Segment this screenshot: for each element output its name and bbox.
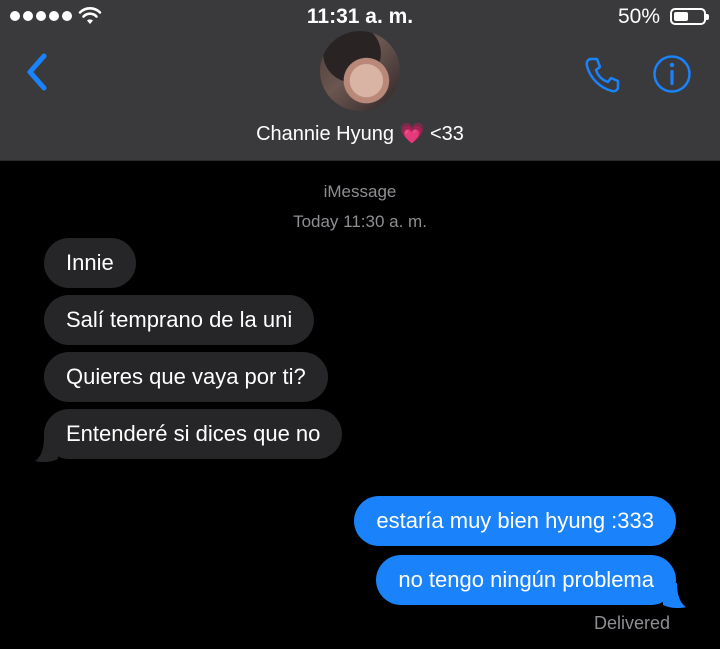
chevron-left-icon[interactable]	[22, 52, 52, 92]
status-time: 11:31 a. m.	[306, 5, 414, 28]
delivery-status: Delivered	[593, 613, 670, 633]
outgoing-message[interactable]: no tengo ningún problema	[376, 555, 676, 605]
contact-name-suffix: <33	[429, 123, 464, 145]
incoming-message[interactable]: Salí temprano de la uni	[44, 295, 315, 345]
conversation-header: 11:31 a. m. 50% Channie Hyung 💗 <33	[0, 0, 720, 161]
incoming-message[interactable]: Quieres que vaya por ti?	[44, 352, 328, 402]
status-bar: 11:31 a. m. 50%	[0, 0, 720, 34]
contact-name: Channie Hyung	[256, 123, 394, 145]
battery-icon	[670, 8, 709, 25]
battery-percent: 50%	[617, 5, 660, 28]
info-icon[interactable]	[652, 54, 692, 94]
incoming-message[interactable]: Entenderé si dices que no	[44, 409, 343, 459]
conversation-timestamp: Today 11:30 a. m.	[293, 212, 427, 231]
contact-avatar[interactable]	[320, 31, 400, 111]
outgoing-bubble-tail	[663, 583, 686, 609]
contact-name-row[interactable]: Channie Hyung 💗 <33	[0, 121, 720, 146]
outgoing-message[interactable]: estaría muy bien hyung :333	[354, 496, 676, 546]
incoming-bubble-tail	[35, 437, 58, 463]
incoming-message[interactable]: Innie	[44, 238, 136, 288]
phone-icon[interactable]	[582, 55, 622, 95]
battery-level	[674, 12, 688, 21]
service-label: iMessage	[323, 182, 397, 201]
heart-emoji: 💗	[399, 123, 425, 145]
